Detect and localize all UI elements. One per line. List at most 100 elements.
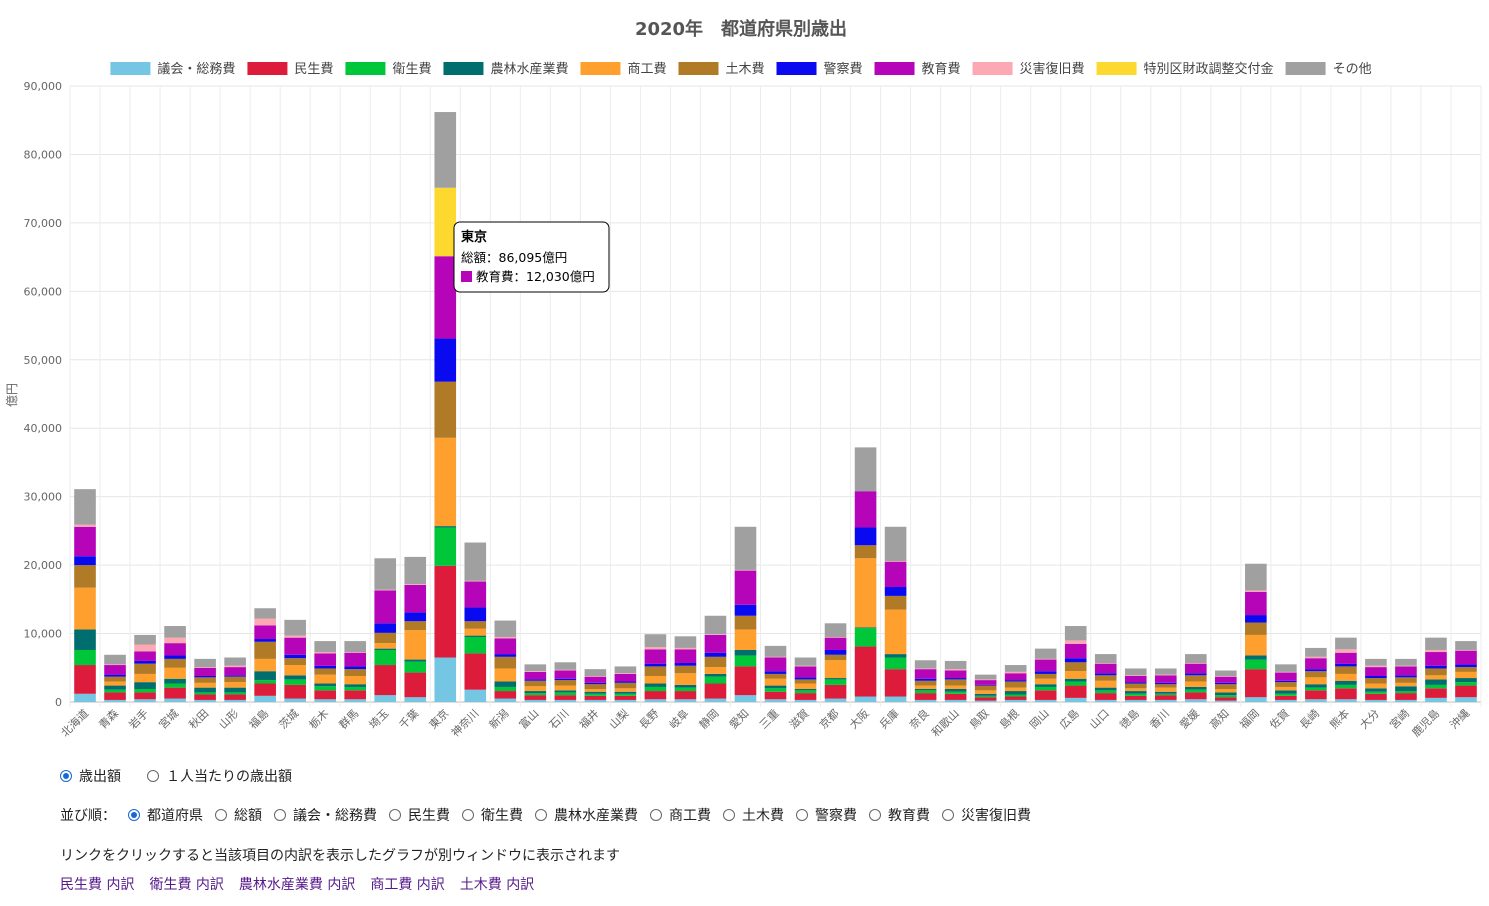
bar-segment[interactable] [1124,675,1147,683]
bar-segment[interactable] [434,187,457,257]
bar-segment[interactable] [1365,665,1387,668]
bar-segment[interactable] [1215,675,1237,677]
bar-segment[interactable] [1154,675,1177,683]
bar-segment[interactable] [164,626,186,638]
bar-segment[interactable] [164,698,186,702]
bar-segment[interactable] [1335,699,1357,702]
bar-segment[interactable] [1395,693,1417,700]
bar-segment[interactable] [824,698,847,702]
bar-segment[interactable] [134,673,156,683]
bar-segment[interactable] [1365,678,1387,684]
bar-segment[interactable] [584,691,607,694]
bar-segment[interactable] [794,657,817,666]
bar-segment[interactable] [314,690,336,700]
bar-segment[interactable] [824,679,847,685]
bar-segment[interactable] [314,683,336,687]
bar-segment[interactable] [434,526,457,528]
bar-segment[interactable] [254,658,276,672]
bar-segment[interactable] [1245,615,1267,623]
sort-option[interactable]: 都道府県 [128,805,203,825]
bar-segment[interactable] [1455,685,1477,698]
bar-segment[interactable] [404,661,427,673]
bar-segment[interactable] [1275,682,1297,687]
sort-option[interactable]: 警察費 [796,805,857,825]
bar-segment[interactable] [764,671,787,674]
bar-segment[interactable] [1275,671,1297,673]
bar-segment[interactable] [374,643,397,649]
bar-segment[interactable] [1425,665,1447,669]
bar-segment[interactable] [134,699,156,702]
bar-segment[interactable] [944,691,967,694]
bar-segment[interactable] [1184,663,1207,674]
bar-segment[interactable] [884,609,907,655]
bar-segment[interactable] [854,491,877,528]
bar-segment[interactable] [1245,655,1267,660]
bar-segment[interactable] [914,688,937,691]
bar-segment[interactable] [824,623,847,637]
bar-segment[interactable] [884,561,907,562]
bar-segment[interactable] [524,686,547,692]
bar-segment[interactable] [1094,663,1117,674]
bar-segment[interactable] [194,667,216,676]
bar-segment[interactable] [1245,622,1267,635]
bar-segment[interactable] [764,691,787,700]
bar-segment[interactable] [1335,637,1357,650]
bar-segment[interactable] [704,683,727,699]
bar-segment[interactable] [1004,680,1027,682]
bar-segment[interactable] [1425,684,1447,689]
bar-segment[interactable] [1335,666,1357,674]
mode-option[interactable]: １人当たりの歳出額 [147,766,292,786]
bar-segment[interactable] [1335,663,1357,667]
bar-segment[interactable] [374,590,397,624]
bar-segment[interactable] [854,696,877,702]
bar-segment[interactable] [1094,680,1117,688]
bar-segment[interactable] [254,625,276,640]
bar-segment[interactable] [1004,671,1027,674]
bar-segment[interactable] [1395,682,1417,687]
bar-segment[interactable] [614,693,637,696]
radio-button[interactable] [535,809,547,821]
radio-button[interactable] [796,809,808,821]
bar-segment[interactable] [434,565,457,658]
bar-segment[interactable] [644,649,667,664]
bar-segment[interactable] [1064,697,1087,702]
bar-segment[interactable] [1004,665,1027,672]
bar-segment[interactable] [404,584,427,585]
breakdown-link[interactable]: 商工費 内訳 [370,874,444,894]
bar-segment[interactable] [374,623,397,633]
bar-segment[interactable] [614,681,637,683]
bar-segment[interactable] [1245,659,1267,670]
bar-segment[interactable] [224,699,246,702]
bar-segment[interactable] [614,673,637,674]
bar-segment[interactable] [284,619,306,636]
bar-segment[interactable] [1335,673,1357,681]
bar-segment[interactable] [584,675,607,677]
bar-segment[interactable] [284,684,306,699]
bar-segment[interactable] [134,660,156,664]
bar-segment[interactable] [434,112,457,188]
bar-segment[interactable] [194,677,216,683]
bar-segment[interactable] [1215,695,1237,698]
bar-segment[interactable] [1335,680,1357,685]
bar-segment[interactable] [104,665,126,675]
bar-segment[interactable] [254,671,276,681]
bar-segment[interactable] [374,589,397,591]
bar-segment[interactable] [884,526,907,562]
bar-segment[interactable] [944,660,967,670]
bar-segment[interactable] [224,692,246,695]
bar-segment[interactable] [1154,674,1177,676]
bar-segment[interactable] [1365,699,1387,702]
bar-segment[interactable] [1305,690,1327,700]
bar-segment[interactable] [1184,675,1207,682]
bar-segment[interactable] [284,658,306,666]
bar-segment[interactable] [794,679,817,684]
bar-segment[interactable] [554,678,577,681]
bar-segment[interactable] [254,608,276,619]
bar-segment[interactable] [1064,658,1087,663]
bar-segment[interactable] [854,628,877,647]
bar-segment[interactable] [1064,681,1087,686]
bar-segment[interactable] [764,673,787,679]
bar-segment[interactable] [974,700,997,702]
bar-segment[interactable] [1124,691,1147,694]
radio-button[interactable] [60,770,72,782]
